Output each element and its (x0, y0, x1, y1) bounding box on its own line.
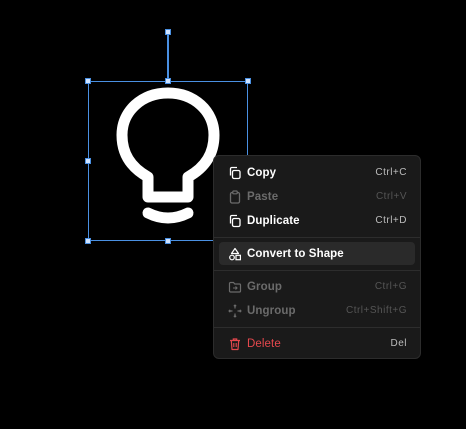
menu-item-label: Copy (247, 166, 277, 179)
resize-handle-top-left[interactable] (85, 78, 91, 84)
menu-item-duplicate[interactable]: Duplicate Ctrl+D (219, 209, 415, 232)
duplicate-icon (228, 214, 242, 228)
menu-divider (214, 237, 420, 238)
context-menu: Copy Ctrl+C Paste Ctrl+V Duplicate Ctrl+… (213, 155, 421, 359)
resize-handle-top[interactable] (165, 78, 171, 84)
menu-item-label: Paste (247, 190, 279, 203)
rotate-handle[interactable] (165, 29, 171, 35)
menu-item-shortcut: Del (390, 338, 407, 349)
resize-handle-bottom[interactable] (165, 238, 171, 244)
menu-item-copy[interactable]: Copy Ctrl+C (219, 161, 415, 184)
menu-item-convert-to-shape[interactable]: Convert to Shape (219, 242, 415, 265)
menu-item-label: Duplicate (247, 214, 300, 227)
menu-item-paste[interactable]: Paste Ctrl+V (219, 185, 415, 208)
resize-handle-left[interactable] (85, 158, 91, 164)
menu-item-shortcut: Ctrl+C (375, 167, 407, 178)
resize-handle-top-right[interactable] (245, 78, 251, 84)
menu-divider (214, 327, 420, 328)
menu-item-shortcut: Ctrl+G (374, 281, 407, 292)
menu-item-shortcut: Ctrl+V (375, 191, 407, 202)
menu-item-label: Delete (247, 337, 281, 350)
menu-item-label: Convert to Shape (247, 247, 344, 260)
menu-item-label: Ungroup (247, 304, 296, 317)
copy-icon (228, 166, 242, 180)
menu-item-delete[interactable]: Delete Del (219, 332, 415, 355)
menu-item-label: Group (247, 280, 282, 293)
resize-handle-bottom-left[interactable] (85, 238, 91, 244)
group-icon (228, 280, 242, 294)
menu-divider (214, 270, 420, 271)
menu-item-group[interactable]: Group Ctrl+G (219, 275, 415, 298)
menu-item-ungroup[interactable]: Ungroup Ctrl+Shift+G (219, 299, 415, 322)
rotation-line (167, 32, 169, 81)
paste-icon (228, 189, 242, 204)
menu-item-shortcut: Ctrl+D (375, 215, 407, 226)
menu-item-shortcut: Ctrl+Shift+G (345, 305, 407, 316)
trash-icon (228, 337, 242, 351)
ungroup-icon (228, 303, 242, 318)
shapes-icon (228, 247, 242, 261)
